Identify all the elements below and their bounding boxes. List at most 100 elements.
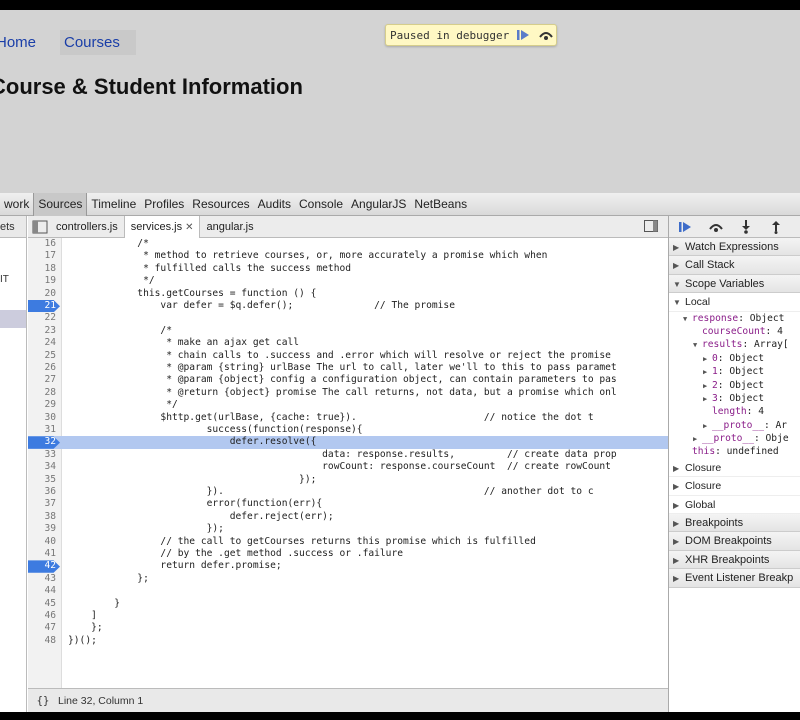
section-dom-breakpoints[interactable]: ▶ DOM Breakpoints [669, 532, 800, 551]
line-number[interactable]: 40 [28, 536, 60, 548]
scope-variable[interactable]: ▼ response: Object [669, 312, 800, 325]
section-xhr-breakpoints[interactable]: ▶ XHR Breakpoints [669, 550, 800, 570]
scope-variable[interactable]: ▶ __proto__: Obje [669, 432, 800, 445]
code-line[interactable]: 38 defer.reject(err); [28, 511, 668, 523]
code-line[interactable]: 41 // by the .get method .success or .fa… [28, 548, 668, 560]
line-number[interactable]: 45 [28, 598, 60, 610]
line-number[interactable]: 47 [28, 622, 60, 634]
code-line[interactable]: 19 */ [28, 275, 668, 287]
line-number[interactable]: 17 [28, 250, 60, 262]
navigator-item[interactable] [0, 328, 26, 346]
line-number[interactable]: 23 [28, 325, 60, 337]
code-line[interactable]: 23 /* [28, 325, 668, 337]
breakpoint-line-number[interactable]: 32 [28, 436, 60, 449]
line-number[interactable]: 48 [28, 635, 60, 647]
line-number[interactable]: 22 [28, 312, 60, 324]
section-breakpoints[interactable]: ▶ Breakpoints [669, 514, 800, 533]
line-number[interactable]: 35 [28, 474, 60, 486]
devtools-tab-netbeans[interactable]: NetBeans [410, 193, 471, 216]
tree-toggle-icon[interactable]: ▶ [693, 433, 702, 446]
step-over-icon[interactable] [537, 26, 555, 44]
code-line[interactable]: 48})(); [28, 635, 668, 647]
devtools-tab-timeline[interactable]: Timeline [87, 193, 140, 216]
scope-variable[interactable]: ▶ 3: Object [669, 392, 800, 405]
line-number[interactable]: 33 [28, 449, 60, 461]
code-line[interactable]: 16 /* [28, 238, 668, 250]
toggle-navigator-icon[interactable] [32, 220, 50, 234]
line-number[interactable]: 24 [28, 337, 60, 349]
section-watch-expressions[interactable]: ▶ Watch Expressions [669, 238, 800, 257]
code-line[interactable]: 44 [28, 585, 668, 597]
nav-link-courses[interactable]: Courses [60, 30, 136, 55]
pretty-print-button[interactable]: {} [28, 695, 58, 707]
line-number[interactable]: 30 [28, 412, 60, 424]
line-number[interactable]: 19 [28, 275, 60, 287]
code-line[interactable]: 42 return defer.promise; [28, 560, 668, 573]
code-line[interactable]: 24 * make an ajax get call [28, 337, 668, 349]
devtools-tab-console[interactable]: Console [295, 193, 347, 216]
line-number[interactable]: 39 [28, 523, 60, 535]
toggle-debugger-icon[interactable] [644, 220, 658, 232]
line-number[interactable]: 46 [28, 610, 60, 622]
scope-variable[interactable]: ▶ 2: Object [669, 379, 800, 392]
step-into-icon[interactable] [735, 219, 757, 235]
scope-closure[interactable]: ▶ Closure [669, 477, 800, 496]
line-number[interactable]: 37 [28, 498, 60, 510]
code-line[interactable]: 29 */ [28, 399, 668, 411]
code-line[interactable]: 31 success(function(response){ [28, 424, 668, 436]
tree-toggle-icon[interactable]: ▼ [683, 313, 692, 326]
line-number[interactable]: 20 [28, 288, 60, 300]
scope-variable[interactable]: this: undefined [669, 445, 800, 458]
file-tab-angular[interactable]: angular.js [200, 216, 259, 238]
code-line[interactable]: 26 * @param {string} urlBase The url to … [28, 362, 668, 374]
section-call-stack[interactable]: ▶ Call Stack [669, 256, 800, 275]
code-line[interactable]: 36 }). // another dot to c [28, 486, 668, 498]
resume-icon[interactable] [514, 26, 532, 44]
code-line[interactable]: 18 * fulfilled calls the success method [28, 263, 668, 275]
line-number[interactable]: 18 [28, 263, 60, 275]
code-line[interactable]: 45 } [28, 598, 668, 610]
code-line[interactable]: 35 }); [28, 474, 668, 486]
step-out-icon[interactable] [765, 219, 787, 235]
line-number[interactable]: 41 [28, 548, 60, 560]
breakpoint-line-number[interactable]: 42 [28, 560, 60, 573]
line-number[interactable]: 27 [28, 374, 60, 386]
code-line[interactable]: 21 var defer = $q.defer(); // The promis… [28, 300, 668, 313]
devtools-tab-resources[interactable]: Resources [188, 193, 253, 216]
code-line[interactable]: 20 this.getCourses = function () { [28, 288, 668, 300]
line-number[interactable]: 44 [28, 585, 60, 597]
code-line[interactable]: 47 }; [28, 622, 668, 634]
tree-toggle-icon[interactable]: ▶ [703, 393, 712, 406]
line-number[interactable]: 36 [28, 486, 60, 498]
scope-variable[interactable]: courseCount: 4 [669, 325, 800, 338]
code-line[interactable]: 40 // the call to getCourses returns thi… [28, 536, 668, 548]
code-line[interactable]: 39 }); [28, 523, 668, 535]
line-number[interactable]: 34 [28, 461, 60, 473]
devtools-tab-sources[interactable]: Sources [33, 192, 88, 216]
file-tab-services[interactable]: services.js ✕ [123, 215, 201, 238]
line-number[interactable]: 38 [28, 511, 60, 523]
code-line[interactable]: 37 error(function(err){ [28, 498, 668, 510]
navigator-item[interactable] [0, 292, 26, 310]
devtools-tab-work[interactable]: work [0, 193, 33, 216]
nav-link-home[interactable]: Home [0, 30, 40, 55]
close-icon[interactable]: ✕ [185, 222, 193, 233]
navigator-item-selected[interactable] [0, 310, 26, 328]
code-editor[interactable]: 16 /* 17 * method to retrieve courses, or… [28, 238, 668, 688]
tree-toggle-icon[interactable]: ▼ [693, 339, 702, 352]
tree-toggle-icon[interactable]: ▶ [703, 420, 712, 433]
code-line[interactable]: 22 [28, 312, 668, 324]
line-number[interactable]: 28 [28, 387, 60, 399]
devtools-tab-profiles[interactable]: Profiles [140, 193, 188, 216]
breakpoint-line-number[interactable]: 21 [28, 300, 60, 313]
tree-toggle-icon[interactable]: ▶ [703, 353, 712, 366]
navigator-item[interactable] [0, 238, 26, 256]
code-line[interactable]: 43 }; [28, 573, 668, 585]
scope-local[interactable]: ▼ Local [669, 293, 800, 312]
scope-variable[interactable]: ▶ 0: Object [669, 352, 800, 365]
scope-variable[interactable]: ▼ results: Array[ [669, 338, 800, 351]
scope-global[interactable]: ▶ Global [669, 496, 800, 515]
line-number[interactable]: 16 [28, 238, 60, 250]
code-line[interactable]: 32 defer.resolve({ [28, 436, 668, 449]
section-event-listener-breakpoints[interactable]: ▶ Event Listener Breakp [669, 569, 800, 588]
